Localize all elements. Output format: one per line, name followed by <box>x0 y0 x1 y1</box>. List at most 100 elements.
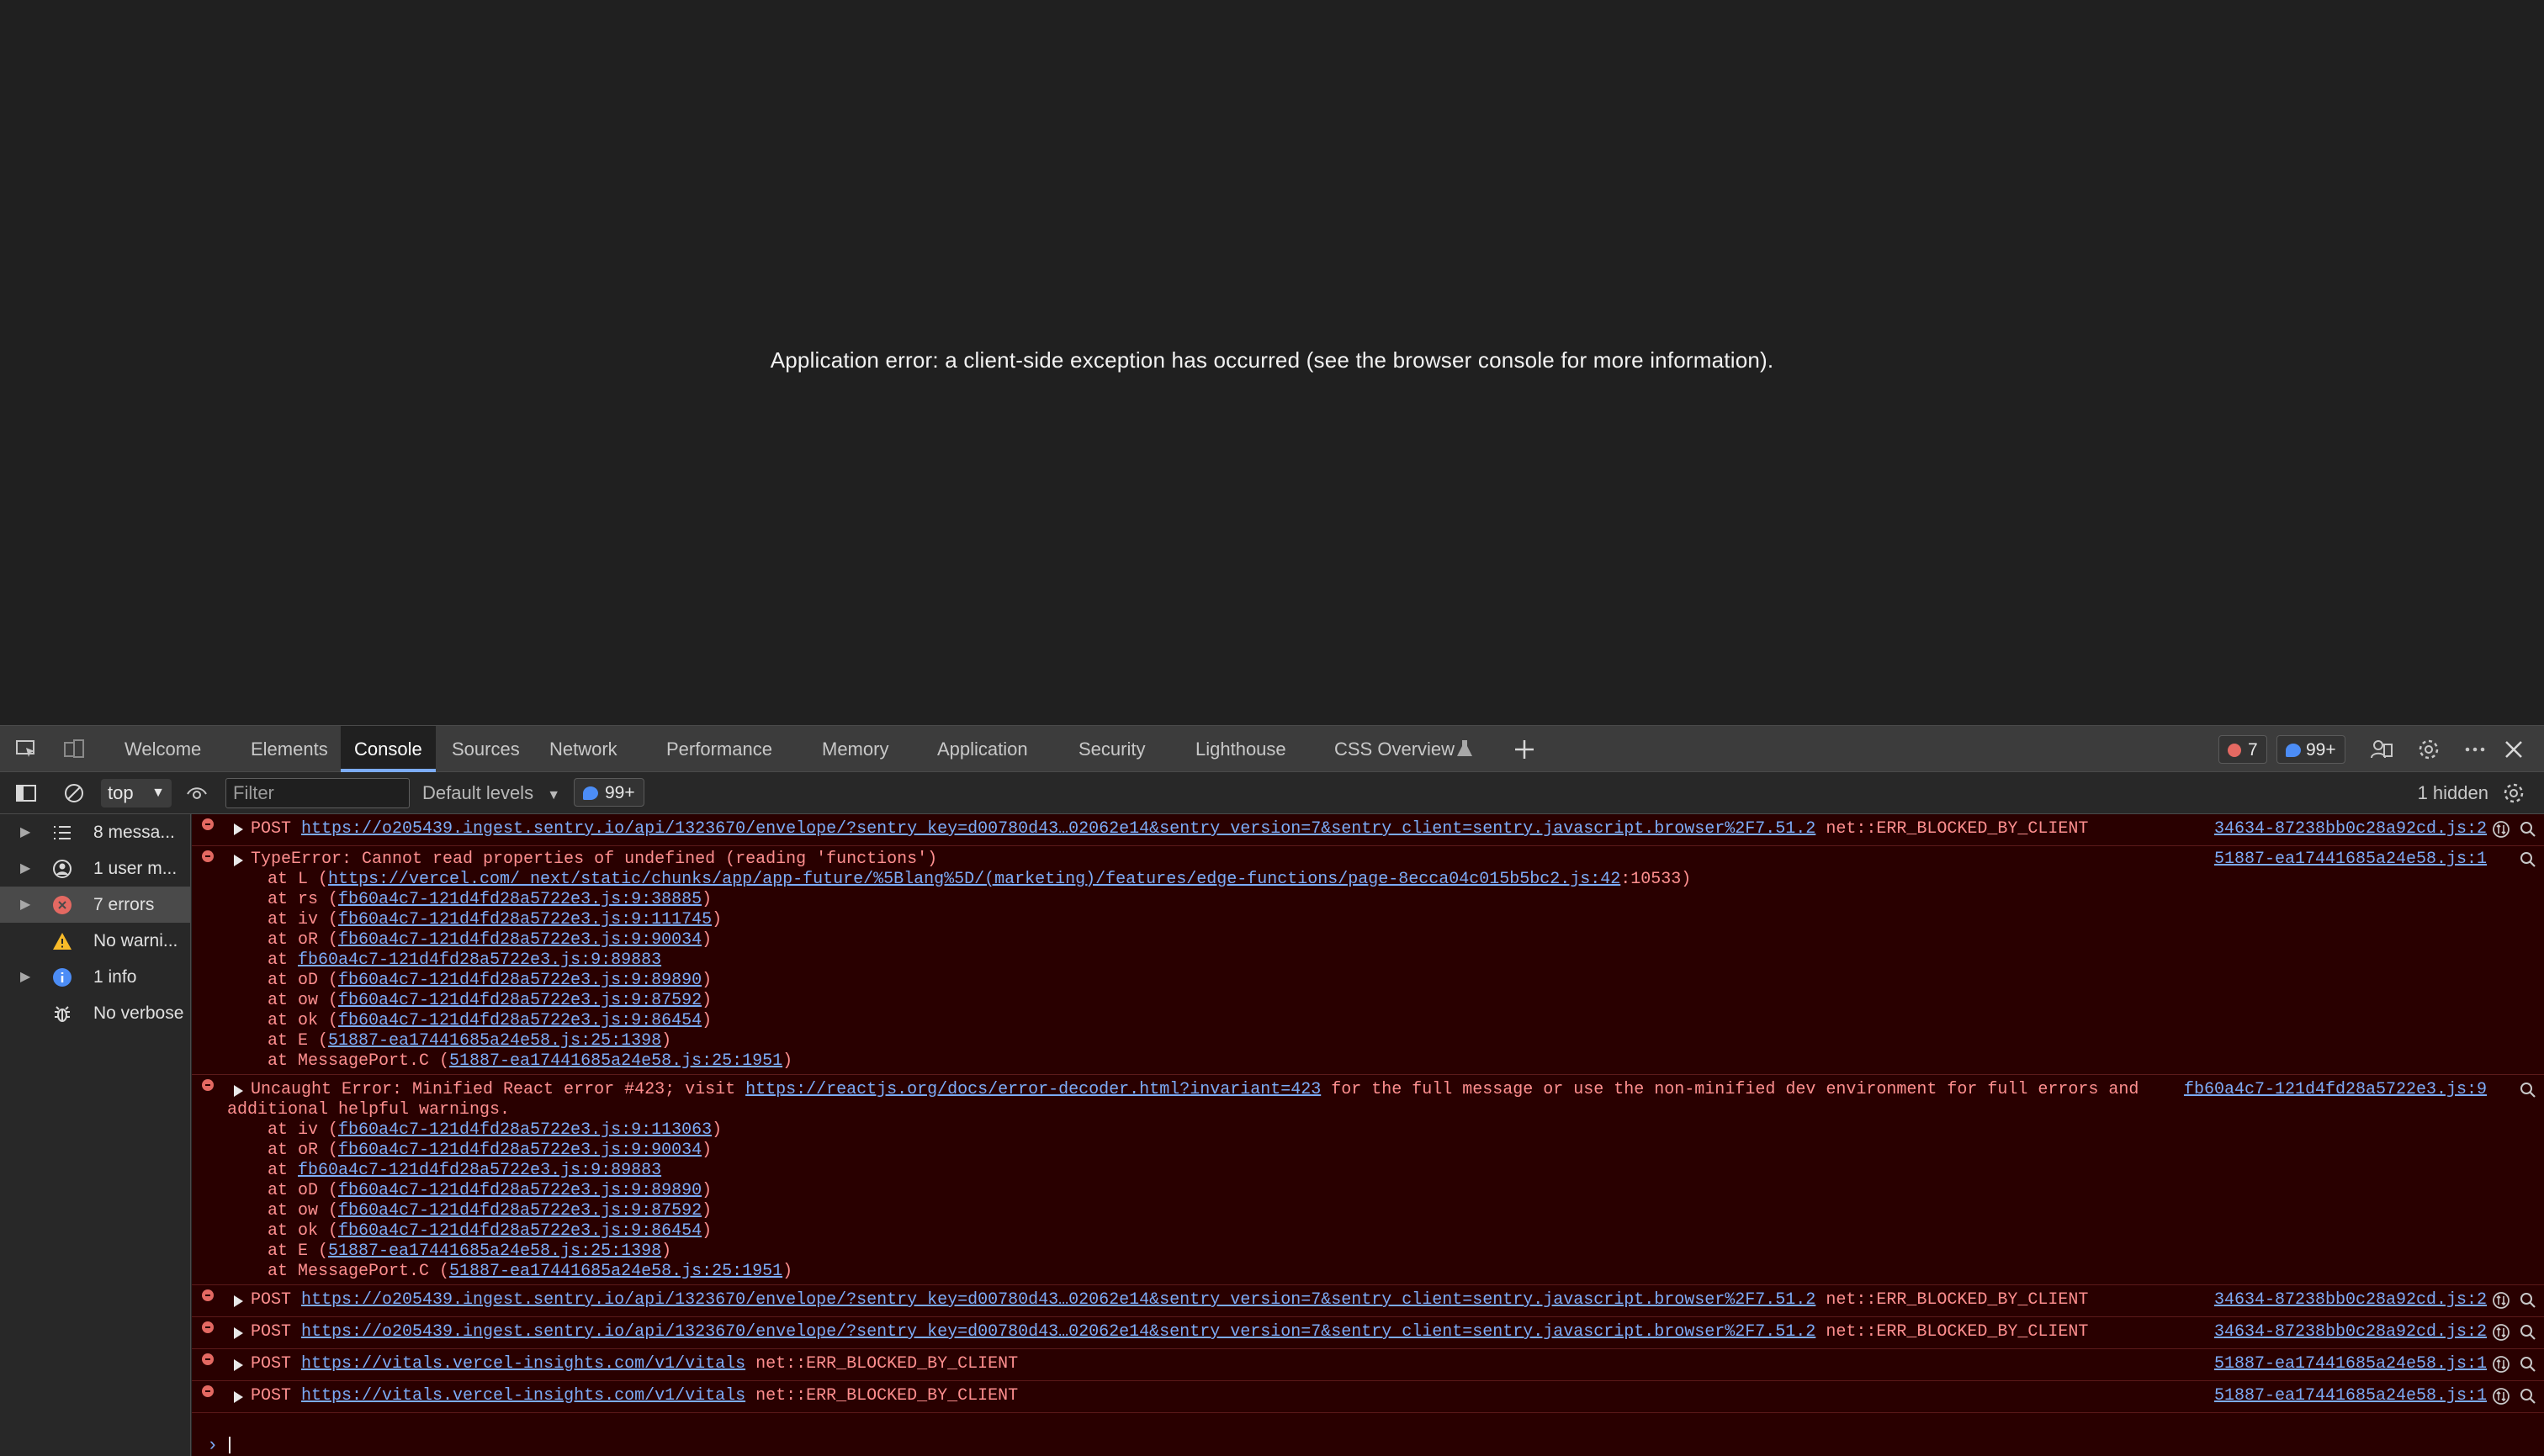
tab-sources[interactable]: Sources <box>452 726 520 772</box>
context-select[interactable]: top ▼ <box>101 779 172 807</box>
stack-frame-link[interactable]: 51887-ea17441685a24e58.js:25:1951 <box>449 1262 782 1281</box>
settings-gear-icon[interactable] <box>2417 738 2441 761</box>
stack-frame-link[interactable]: fb60a4c7-121d4fd28a5722e3.js:9:113063 <box>338 1120 712 1140</box>
stack-frame-link[interactable]: 51887-ea17441685a24e58.js:25:1951 <box>449 1051 782 1071</box>
stack-frame-link[interactable]: fb60a4c7-121d4fd28a5722e3.js:9:90034 <box>338 930 702 950</box>
stack-frame-link[interactable]: fb60a4c7-121d4fd28a5722e3.js:9:89890 <box>338 1181 702 1200</box>
tab-memory[interactable]: Memory <box>822 726 888 772</box>
console-input-caret[interactable] <box>229 1437 231 1453</box>
network-request-icon[interactable] <box>2492 1323 2510 1342</box>
search-icon[interactable] <box>2519 1323 2537 1342</box>
stack-frame-link[interactable]: fb60a4c7-121d4fd28a5722e3.js:9:89883 <box>298 950 661 970</box>
stack-frame-link[interactable]: fb60a4c7-121d4fd28a5722e3.js:9:111745 <box>338 910 712 929</box>
search-icon[interactable] <box>2519 1081 2537 1099</box>
tab-console[interactable]: Console <box>341 726 436 772</box>
expand-triangle-icon[interactable] <box>234 1295 243 1307</box>
search-icon[interactable] <box>2519 1355 2537 1374</box>
sidebar-item-user-messages[interactable]: ▶ 1 user m... <box>0 850 190 887</box>
tab-css-overview[interactable]: CSS Overview <box>1334 726 1455 772</box>
tab-performance[interactable]: Performance <box>666 726 772 772</box>
request-url-link[interactable]: https://o205439.ingest.sentry.io/api/132… <box>301 819 1815 839</box>
stack-frame-link[interactable]: https://vercel.com/_next/static/chunks/a… <box>328 870 1085 889</box>
stack-frame-link[interactable]: fb60a4c7-121d4fd28a5722e3.js:9:86454 <box>338 1011 702 1030</box>
clear-console-icon[interactable] <box>62 781 86 805</box>
tab-network[interactable]: Network <box>549 726 617 772</box>
error-icon <box>202 1385 214 1397</box>
sidebar-item-messages[interactable]: ▶ 8 messa... <box>0 814 190 850</box>
error-icon <box>53 896 72 914</box>
stack-frame-link[interactable]: fb60a4c7-121d4fd28a5722e3.js:9:38885 <box>338 890 702 909</box>
expand-arrow-icon[interactable]: ▶ <box>20 850 30 887</box>
sidebar-toggle-icon[interactable] <box>14 781 38 805</box>
devtools-tabbar: Welcome Elements Console Sources Network… <box>0 725 2544 772</box>
network-request-icon[interactable] <box>2492 1291 2510 1310</box>
error-dot-icon <box>2228 744 2241 757</box>
expand-triangle-icon[interactable] <box>234 1391 243 1403</box>
error-icon <box>202 1353 214 1365</box>
console-message: POST https://vitals.vercel-insights.com/… <box>192 1349 2544 1381</box>
source-link[interactable]: 34634-87238bb0c28a92cd.js:2 <box>2214 819 2487 839</box>
source-link[interactable]: 34634-87238bb0c28a92cd.js:2 <box>2214 1290 2487 1310</box>
filter-input[interactable] <box>225 778 410 808</box>
expand-triangle-icon[interactable] <box>234 823 243 835</box>
stack-frame-link[interactable]: 51887-ea17441685a24e58.js:25:1398 <box>328 1242 661 1261</box>
log-levels-dropdown[interactable]: Default levels ▼ <box>422 778 560 811</box>
expand-triangle-icon[interactable] <box>234 1327 243 1339</box>
console-settings-gear-icon[interactable] <box>2502 781 2525 805</box>
stack-frame-link[interactable]: fb60a4c7-121d4fd28a5722e3.js:9:89890 <box>338 971 702 990</box>
network-request-icon[interactable] <box>2492 820 2510 839</box>
source-link[interactable]: 51887-ea17441685a24e58.js:1 <box>2214 1354 2487 1374</box>
search-icon[interactable] <box>2519 850 2537 869</box>
add-tab-plus-icon[interactable] <box>1513 738 1536 761</box>
search-icon[interactable] <box>2519 1291 2537 1310</box>
sidebar-item-verbose[interactable]: No verbose <box>0 995 190 1031</box>
request-url-link[interactable]: https://vitals.vercel-insights.com/v1/vi… <box>301 1386 745 1406</box>
source-link[interactable]: 51887-ea17441685a24e58.js:1 <box>2214 850 2487 870</box>
user-icon <box>53 860 72 878</box>
stack-frame-link[interactable]: fb60a4c7-121d4fd28a5722e3.js:9:89883 <box>298 1161 661 1180</box>
stack-frame-link[interactable]: fb60a4c7-121d4fd28a5722e3.js:9:87592 <box>338 1201 702 1220</box>
console-toolbar: top ▼ Default levels ▼ 99+ 1 hidden <box>0 772 2544 814</box>
more-options-icon[interactable] <box>2463 738 2487 761</box>
list-icon <box>54 826 71 839</box>
tab-lighthouse[interactable]: Lighthouse <box>1195 726 1286 772</box>
sidebar-item-warnings[interactable]: No warni... <box>0 923 190 959</box>
network-request-icon[interactable] <box>2492 1387 2510 1406</box>
close-devtools-icon[interactable] <box>2502 738 2525 761</box>
sidebar-item-info[interactable]: ▶ 1 info <box>0 959 190 995</box>
expand-arrow-icon[interactable]: ▶ <box>20 959 30 995</box>
hidden-count: 1 hidden <box>2417 782 2488 803</box>
expand-arrow-icon[interactable]: ▶ <box>20 887 30 923</box>
expand-triangle-icon[interactable] <box>234 1359 243 1371</box>
tab-security[interactable]: Security <box>1079 726 1145 772</box>
network-request-icon[interactable] <box>2492 1355 2510 1374</box>
search-icon[interactable] <box>2519 1387 2537 1406</box>
live-expression-eye-icon[interactable] <box>185 781 209 805</box>
request-url-link[interactable]: https://o205439.ingest.sentry.io/api/132… <box>301 1290 1815 1310</box>
expand-triangle-icon[interactable] <box>234 855 243 866</box>
stack-frame-link[interactable]: fb60a4c7-121d4fd28a5722e3.js:9:87592 <box>338 991 702 1010</box>
source-link[interactable]: 34634-87238bb0c28a92cd.js:2 <box>2214 1322 2487 1342</box>
expand-triangle-icon[interactable] <box>234 1085 243 1097</box>
tab-elements[interactable]: Elements <box>251 726 328 772</box>
error-count-badge[interactable]: 7 <box>2218 735 2267 764</box>
info-count-badge[interactable]: 99+ <box>2276 735 2345 764</box>
search-icon[interactable] <box>2519 820 2537 839</box>
request-url-link[interactable]: https://vitals.vercel-insights.com/v1/vi… <box>301 1354 745 1374</box>
stack-frame-link[interactable]: fb60a4c7-121d4fd28a5722e3.js:9:90034 <box>338 1141 702 1160</box>
issues-badge[interactable]: 99+ <box>574 778 644 807</box>
error-decoder-link[interactable]: https://reactjs.org/docs/error-decoder.h… <box>745 1080 1321 1099</box>
remote-devices-icon[interactable] <box>2370 738 2393 761</box>
stack-frame-link[interactable]: fb60a4c7-121d4fd28a5722e3.js:9:86454 <box>338 1221 702 1241</box>
sidebar-item-errors[interactable]: ▶ 7 errors <box>0 887 190 923</box>
stack-frame-link[interactable]: 51887-ea17441685a24e58.js:25:1398 <box>328 1031 661 1051</box>
source-link[interactable]: fb60a4c7-121d4fd28a5722e3.js:9 <box>2184 1080 2487 1100</box>
tab-welcome[interactable]: Welcome <box>125 726 201 772</box>
request-url-link[interactable]: https://o205439.ingest.sentry.io/api/132… <box>301 1322 1815 1342</box>
tab-application[interactable]: Application <box>937 726 1028 772</box>
expand-arrow-icon[interactable]: ▶ <box>20 814 30 850</box>
device-toolbar-icon[interactable] <box>62 738 86 761</box>
stack-frame-link[interactable]: )/features/edge-functions/page-8ecca04c0… <box>1085 870 1620 889</box>
inspect-element-icon[interactable] <box>14 738 38 761</box>
source-link[interactable]: 51887-ea17441685a24e58.js:1 <box>2214 1386 2487 1406</box>
